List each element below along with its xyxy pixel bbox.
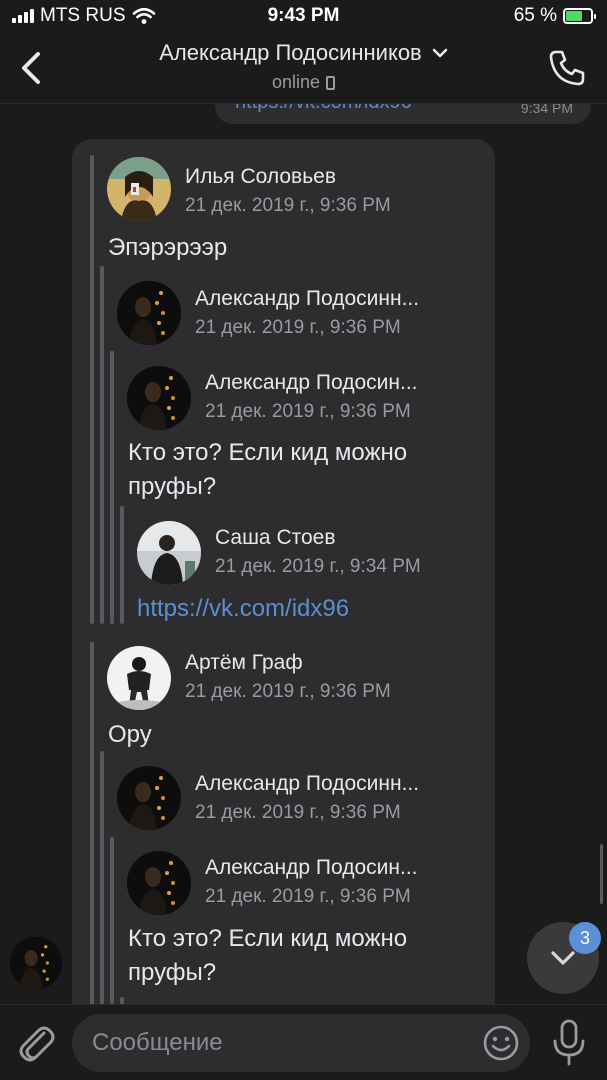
message-input-box[interactable]	[72, 1014, 530, 1072]
avatar-artem[interactable]	[107, 646, 171, 710]
quote-date: 21 дек. 2019 г., 9:36 PM	[205, 401, 411, 422]
forward-date: 21 дек. 2019 г., 9:36 PM	[185, 681, 391, 702]
back-chevron-icon	[22, 52, 40, 84]
call-button[interactable]	[545, 46, 589, 90]
quote-date: 21 дек. 2019 г., 9:36 PM	[195, 802, 401, 823]
chat-title-button[interactable]: Александр Подосинников online	[90, 40, 517, 93]
avatar-image	[10, 937, 62, 989]
avatar-alexander[interactable]	[127, 851, 191, 915]
quote-author: Александр Подосин...	[205, 371, 418, 394]
avatar-image	[117, 766, 181, 830]
quote-bar	[120, 506, 124, 624]
quote-author: Александр Подосин...	[205, 856, 418, 879]
avatar-image	[107, 646, 171, 710]
microphone-button[interactable]	[548, 1017, 590, 1069]
unread-count-badge: 3	[569, 922, 601, 954]
quote-bar	[90, 642, 94, 1004]
quote-bar	[90, 155, 94, 624]
battery-percent: 65 %	[513, 5, 557, 26]
attach-button[interactable]	[14, 1019, 58, 1067]
avatar-image	[107, 157, 171, 221]
emoji-button[interactable]	[482, 1024, 520, 1062]
quote-author: Александр Подосинн...	[195, 287, 420, 310]
forward-date: 21 дек. 2019 г., 9:36 PM	[185, 195, 391, 216]
outgoing-message[interactable]: https://vk.com/idx96 9:34 PM	[215, 104, 591, 124]
forward-text: Ору	[108, 721, 152, 748]
avatar-alexander[interactable]	[117, 766, 181, 830]
message-list[interactable]: https://vk.com/idx96 9:34 PM Илья Соловь…	[0, 104, 607, 1004]
avatar-ilya[interactable]	[107, 157, 171, 221]
quote-text: Кто это? Если кид можно пруфы?	[128, 439, 408, 500]
compose-bar	[0, 1004, 607, 1080]
quote-bar	[100, 266, 104, 624]
forwarded-message-bubble[interactable]: Илья Соловьев 21 дек. 2019 г., 9:36 PM Э…	[72, 139, 495, 1004]
avatar-sasha[interactable]	[137, 521, 201, 585]
avatar-image	[127, 366, 191, 430]
chevron-down-icon	[432, 48, 448, 58]
battery-fill	[566, 11, 582, 21]
battery-group: 65 %	[513, 5, 596, 27]
quote-bar	[120, 997, 124, 1004]
phone-device-icon	[326, 75, 336, 90]
forward-author: Илья Соловьев	[185, 165, 336, 188]
chat-title: Александр Подосинников	[159, 40, 422, 65]
avatar-alexander[interactable]	[117, 281, 181, 345]
outgoing-link[interactable]: https://vk.com/idx96	[235, 104, 412, 114]
quote-text: Кто это? Если кид можно пруфы?	[128, 925, 408, 986]
chat-header: Александр Подосинников online	[0, 34, 607, 104]
emoji-icon	[483, 1025, 519, 1061]
quote-date: 21 дек. 2019 г., 9:34 PM	[215, 556, 421, 577]
status-bar: MTS RUS 9:43 PM 65 %	[0, 0, 607, 34]
avatar-alexander[interactable]	[127, 366, 191, 430]
chevron-down-icon	[551, 951, 575, 965]
quote-bar	[110, 351, 114, 624]
scrollbar[interactable]	[600, 844, 603, 904]
sender-avatar[interactable]	[10, 937, 62, 989]
quote-link[interactable]: https://vk.com/idx96	[137, 595, 349, 623]
quote-date: 21 дек. 2019 г., 9:36 PM	[195, 317, 401, 338]
back-button[interactable]	[14, 46, 50, 90]
quote-author: Александр Подосинн...	[195, 772, 420, 795]
avatar-image	[127, 851, 191, 915]
quote-author: Саша Стоев	[215, 526, 336, 549]
battery-icon	[563, 8, 596, 24]
quote-bar	[100, 751, 104, 1004]
outgoing-time: 9:34 PM	[520, 104, 573, 116]
avatar-image	[117, 281, 181, 345]
avatar-image	[137, 521, 201, 585]
forward-text: Эпэрэрээр	[108, 234, 228, 261]
call-icon	[549, 50, 585, 86]
online-status: online	[271, 72, 321, 92]
quote-date: 21 дек. 2019 г., 9:36 PM	[205, 886, 411, 907]
paperclip-icon	[19, 1026, 55, 1062]
forward-author: Артём Граф	[185, 651, 303, 674]
message-input[interactable]	[92, 1014, 472, 1072]
microphone-icon	[553, 1019, 585, 1066]
quote-bar	[110, 837, 114, 1004]
